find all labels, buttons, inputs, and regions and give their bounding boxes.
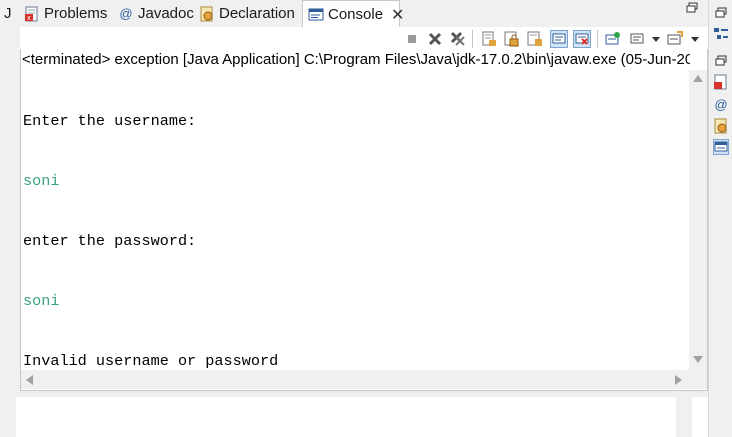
show-on-stdout-icon[interactable] [550, 30, 568, 48]
console-icon[interactable] [713, 139, 729, 155]
left-gutter [0, 27, 20, 391]
view-tab-bar: J x Problems @ Javadoc Declaration Conso… [0, 0, 708, 28]
stdout-line: Invalid username or password [23, 352, 279, 370]
console-view[interactable]: <terminated> exception [Java Application… [20, 49, 708, 391]
scroll-lock-icon[interactable] [503, 30, 521, 48]
vertical-scrollbar[interactable] [689, 70, 707, 370]
toolbar-separator [472, 30, 473, 48]
word-wrap-icon[interactable] [526, 30, 544, 48]
scroll-right-icon[interactable] [675, 375, 682, 385]
partial-tab-label: J [4, 5, 12, 22]
stdout-line: enter the password: [23, 232, 197, 250]
tab-label: Problems [44, 5, 108, 22]
tab-label: Declaration [219, 5, 295, 22]
stdout-line: Enter the username: [23, 112, 197, 130]
problems-icon: x [24, 6, 40, 22]
svg-text:x: x [27, 14, 31, 22]
remove-launch-icon[interactable] [426, 30, 444, 48]
lower-panel [16, 397, 676, 437]
scroll-down-icon[interactable] [693, 356, 703, 363]
partial-tab[interactable]: J [4, 0, 12, 27]
tab-javadoc[interactable]: @ Javadoc [118, 0, 194, 27]
scroll-up-icon[interactable] [693, 75, 703, 82]
declaration-icon[interactable] [713, 118, 729, 134]
stdin-line: soni [23, 292, 60, 310]
restore-icon[interactable] [713, 5, 729, 21]
tab-label: Javadoc [138, 5, 194, 22]
tab-label: Console [328, 6, 384, 23]
restore-icon[interactable] [713, 53, 729, 69]
open-console-icon[interactable] [666, 30, 684, 48]
trim-stack: @ [708, 0, 732, 437]
javadoc-icon[interactable]: @ [713, 96, 729, 112]
problems-icon[interactable] [713, 74, 729, 90]
remove-all-terminated-icon[interactable] [449, 30, 467, 48]
tab-declaration[interactable]: Declaration [199, 0, 295, 27]
chevron-down-icon[interactable] [686, 30, 704, 48]
clear-console-icon[interactable] [480, 30, 498, 48]
javadoc-icon: @ [119, 5, 133, 21]
show-on-stderr-icon[interactable] [573, 30, 591, 48]
tab-problems[interactable]: x Problems [24, 0, 107, 27]
process-status-line: <terminated> exception [Java Application… [22, 51, 690, 68]
console-icon [308, 7, 324, 23]
tab-console[interactable]: Console ✕ [302, 0, 404, 28]
horizontal-scrollbar[interactable] [21, 370, 707, 389]
toolbar-separator [597, 30, 598, 48]
console-output[interactable]: Enter the username: soni enter the passw… [23, 71, 278, 411]
pin-console-icon[interactable] [604, 30, 622, 48]
display-selected-console-icon[interactable] [628, 30, 646, 48]
console-toolbar [20, 27, 708, 49]
outline-icon[interactable] [713, 26, 729, 42]
lower-panel-right [692, 397, 708, 437]
scroll-left-icon[interactable] [26, 375, 33, 385]
stdin-line: soni [23, 172, 60, 190]
declaration-icon [199, 6, 215, 22]
restore-icon[interactable] [686, 2, 698, 17]
close-icon[interactable]: ✕ [391, 5, 404, 25]
terminate-icon[interactable] [403, 30, 421, 48]
chevron-down-icon[interactable] [647, 30, 665, 48]
